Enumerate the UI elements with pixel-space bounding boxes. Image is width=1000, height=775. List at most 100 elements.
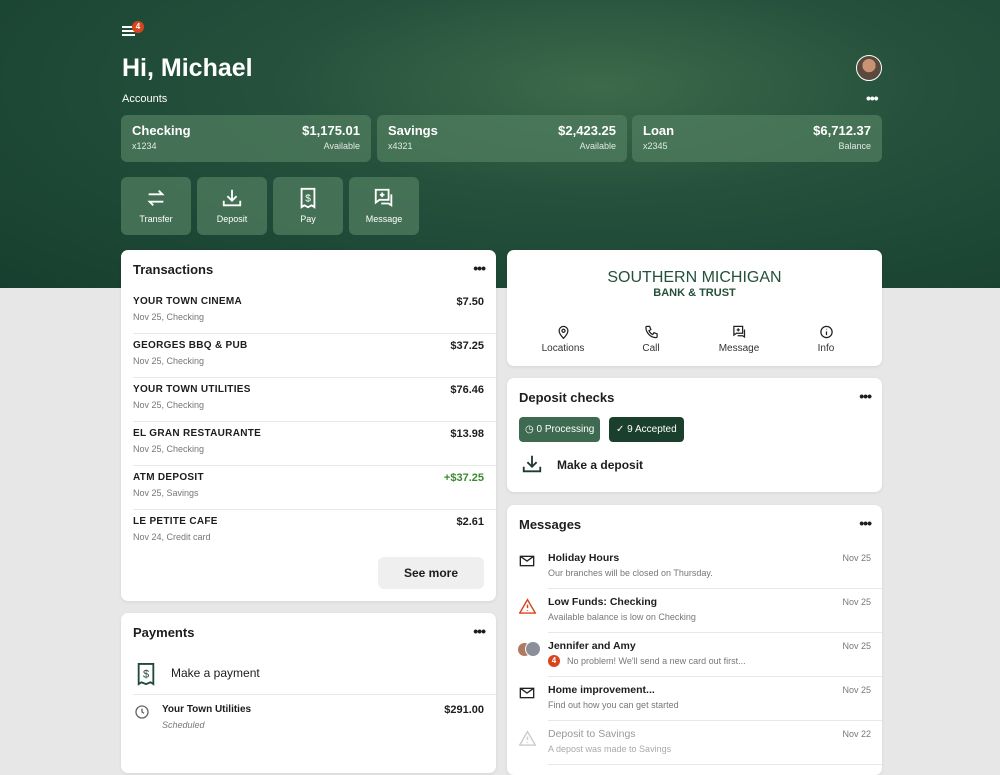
transaction-meta: Nov 25, Checking xyxy=(133,444,205,454)
transaction-row[interactable]: ATM DEPOSIT Nov 25, Savings +$37.25 xyxy=(133,466,496,510)
make-deposit-button[interactable]: Make a deposit xyxy=(519,452,769,478)
message-date: Nov 25 xyxy=(842,685,871,695)
payment-status: Scheduled xyxy=(162,720,205,730)
message-add-icon xyxy=(732,325,745,339)
more-icon[interactable]: ••• xyxy=(859,516,872,530)
merchant: LE PETITE CAFE xyxy=(133,516,218,527)
accounts-label: Accounts xyxy=(122,93,168,105)
message-preview: Our branches will be closed on Thursday. xyxy=(548,568,713,578)
merchant: GEORGES BBQ & PUB xyxy=(133,340,248,351)
message-title: Low Funds: Checking xyxy=(548,596,658,608)
transaction-row[interactable]: EL GRAN RESTAURANTE Nov 25, Checking $13.9… xyxy=(133,422,496,466)
message-row[interactable]: Home improvement... Find out how you can … xyxy=(548,677,882,721)
payment-amount: $291.00 xyxy=(444,704,484,716)
accounts-more-icon[interactable]: ••• xyxy=(866,91,879,105)
bank-logo-line1: SOUTHERN MICHIGAN xyxy=(607,269,782,286)
transaction-meta: Nov 25, Checking xyxy=(133,400,205,410)
account-status: Available xyxy=(323,141,360,151)
message-title: Home improvement... xyxy=(548,684,655,696)
message-date: Nov 25 xyxy=(842,597,871,607)
bank-message-button[interactable]: Message xyxy=(699,324,779,354)
transaction-amount: $7.50 xyxy=(456,296,484,308)
card-title: Transactions xyxy=(133,262,214,277)
account-card-checking[interactable]: Checking $1,175.01 x1234 Available xyxy=(121,115,371,162)
locations-button[interactable]: Locations xyxy=(523,324,603,354)
message-preview: A depost was made to Savings xyxy=(548,744,672,754)
more-icon[interactable]: ••• xyxy=(473,624,486,638)
transfer-icon xyxy=(147,190,165,206)
account-card-savings[interactable]: Savings $2,423.25 x4321 Available xyxy=(377,115,627,162)
envelope-icon xyxy=(519,555,535,567)
transfer-button[interactable]: Transfer xyxy=(121,177,191,235)
deposit-icon xyxy=(222,189,242,207)
location-pin-icon xyxy=(557,325,569,340)
make-deposit-label: Make a deposit xyxy=(557,458,644,472)
merchant: ATM DEPOSIT xyxy=(133,472,204,483)
warning-icon xyxy=(518,730,537,746)
bank-card: SOUTHERN MICHIGAN BANK & TRUST Locations… xyxy=(507,250,882,366)
deposit-icon xyxy=(522,455,542,473)
message-date: Nov 25 xyxy=(842,641,871,651)
more-icon[interactable]: ••• xyxy=(859,389,872,403)
transaction-row[interactable]: YOUR TOWN CINEMA Nov 25, Checking $7.50 xyxy=(133,290,496,334)
message-row[interactable]: Jennifer and Amy 4 No problem! We'll send … xyxy=(548,633,882,677)
clock-icon xyxy=(135,705,149,719)
message-date: Nov 22 xyxy=(842,729,871,739)
transaction-amount: $37.25 xyxy=(450,340,484,352)
message-button[interactable]: Message xyxy=(349,177,419,235)
payment-row[interactable]: Your Town Utilities Scheduled $291.00 xyxy=(133,699,496,739)
message-row[interactable]: Low Funds: Checking Available balance is … xyxy=(548,589,882,633)
transaction-amount: $13.98 xyxy=(450,428,484,440)
unread-badge: 4 xyxy=(548,655,560,667)
processing-filter[interactable]: ◷ 0 Processing xyxy=(519,417,601,442)
more-icon[interactable]: ••• xyxy=(473,261,486,275)
card-title: Payments xyxy=(133,625,195,640)
transaction-row[interactable]: LE PETITE CAFE Nov 24, Credit card $2.61 xyxy=(133,510,496,554)
account-card-loan[interactable]: Loan $6,712.37 x2345 Balance xyxy=(632,115,882,162)
transaction-row[interactable]: GEORGES BBQ & PUB Nov 25, Checking $37.25 xyxy=(133,334,496,378)
transaction-row[interactable]: YOUR TOWN UTILITIES Nov 25, Checking $76.4… xyxy=(133,378,496,422)
account-number: x2345 xyxy=(643,141,668,151)
make-payment-label: Make a payment xyxy=(171,666,260,680)
deposit-button[interactable]: Deposit xyxy=(197,177,267,235)
make-payment-button[interactable]: $ Make a payment xyxy=(133,657,496,695)
info-button[interactable]: Info xyxy=(786,324,866,354)
merchant: EL GRAN RESTAURANTE xyxy=(133,428,262,439)
phone-icon xyxy=(644,325,658,339)
group-avatar-icon xyxy=(517,641,541,659)
transaction-amount: $76.46 xyxy=(450,384,484,396)
menu-badge: 4 xyxy=(132,21,144,33)
transaction-meta: Nov 24, Credit card xyxy=(133,532,211,542)
account-status: Balance xyxy=(838,141,871,151)
account-amount: $2,423.25 xyxy=(558,123,616,138)
message-row[interactable]: Deposit to Savings A depost was made to S… xyxy=(548,721,882,765)
warning-icon xyxy=(518,598,537,614)
message-row[interactable]: Holiday Hours Our branches will be closed… xyxy=(548,545,882,589)
pay-button[interactable]: $ Pay xyxy=(273,177,343,235)
accepted-filter[interactable]: ✓ 9 Accepted xyxy=(609,417,684,442)
avatar[interactable] xyxy=(856,55,882,81)
see-more-button[interactable]: See more xyxy=(378,557,484,589)
transactions-card: Transactions ••• YOUR TOWN CINEMA Nov 25,… xyxy=(121,250,496,601)
card-title: Messages xyxy=(519,517,582,532)
greeting: Hi, Michael xyxy=(122,54,253,82)
info-icon xyxy=(819,325,833,339)
account-amount: $6,712.37 xyxy=(813,123,871,138)
merchant: YOUR TOWN UTILITIES xyxy=(133,384,251,395)
deposit-checks-card: Deposit checks ••• ◷ 0 Processing ✓ 9 Ac… xyxy=(507,378,882,492)
account-amount: $1,175.01 xyxy=(302,123,360,138)
receipt-dollar-icon: $ xyxy=(137,663,155,686)
card-title: Deposit checks xyxy=(519,390,615,405)
message-title: Holiday Hours xyxy=(548,552,620,564)
envelope-icon xyxy=(519,687,535,699)
transaction-meta: Nov 25, Checking xyxy=(133,312,205,322)
svg-text:$: $ xyxy=(143,669,149,681)
transaction-amount: $2.61 xyxy=(456,516,484,528)
transaction-meta: Nov 25, Savings xyxy=(133,488,199,498)
call-button[interactable]: Call xyxy=(611,324,691,354)
merchant: YOUR TOWN CINEMA xyxy=(133,296,243,307)
payee: Your Town Utilities xyxy=(162,704,252,715)
message-date: Nov 25 xyxy=(842,553,871,563)
message-preview: Available balance is low on Checking xyxy=(548,612,696,622)
message-preview: Find out how you can get started xyxy=(548,700,679,710)
